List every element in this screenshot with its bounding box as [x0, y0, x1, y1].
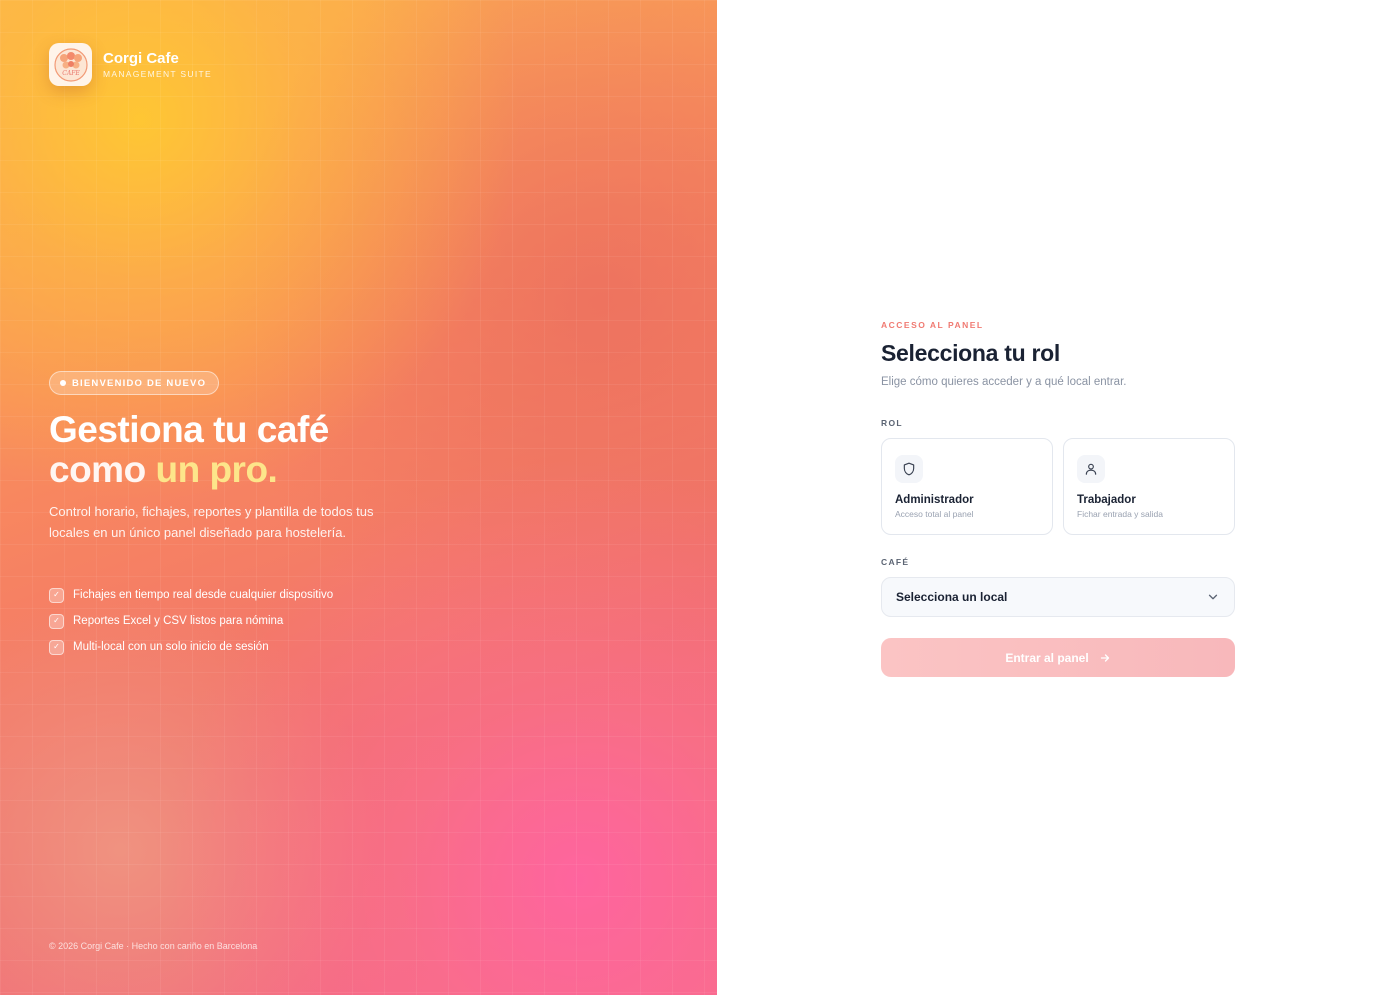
feature-list: ✓ Fichajes en tiempo real desde cualquie… [49, 587, 333, 665]
check-icon: ✓ [49, 613, 64, 629]
role-card-admin[interactable]: Administrador Acceso total al panel [881, 438, 1053, 535]
role-icon-wrap [1077, 455, 1105, 483]
headline-word-2: un [155, 449, 200, 490]
hero-headline: Gestiona tu café como un pro. [49, 410, 329, 490]
role-description: Fichar entrada y salida [1077, 509, 1163, 519]
logo-text: CAFE [62, 70, 80, 77]
feature-text: Fichajes en tiempo real desde cualquier … [73, 589, 334, 601]
feature-item: ✓ Reportes Excel y CSV listos para nómin… [49, 613, 333, 629]
enter-panel-button[interactable]: Entrar al panel [881, 638, 1235, 677]
cafe-select[interactable]: Selecciona un local [881, 577, 1235, 617]
panel-subtitle: Elige cómo quieres acceder y a qué local… [881, 376, 1127, 388]
role-name: Administrador [895, 494, 974, 506]
role-options: Administrador Acceso total al panel Trab… [881, 438, 1235, 535]
role-description: Acceso total al panel [895, 509, 974, 519]
role-icon-wrap [895, 455, 923, 483]
cafe-label: CAFÉ [881, 557, 910, 567]
welcome-badge: BIENVENIDO DE NUEVO [49, 371, 220, 395]
check-icon: ✓ [49, 639, 64, 655]
brand-tagline: MANAGEMENT SUITE [103, 69, 212, 79]
footer-note: © 2026 Corgi Cafe · Hecho con cariño en … [49, 941, 258, 951]
user-icon [1085, 463, 1097, 475]
corgi-logo-icon: CAFE [53, 47, 88, 82]
logo: CAFE [49, 43, 92, 86]
brand: CAFE Corgi Cafe MANAGEMENT SUITE [49, 43, 212, 86]
headline-word-3: pro. [209, 449, 278, 490]
role-name: Trabajador [1077, 494, 1136, 506]
brand-name: Corgi Cafe [103, 50, 179, 67]
hero-panel: CAFE Corgi Cafe MANAGEMENT SUITE BIENVEN… [0, 0, 717, 995]
arrow-right-icon [1100, 653, 1109, 662]
panel-title: Selecciona tu rol [881, 340, 1060, 366]
badge-text: BIENVENIDO DE NUEVO [72, 377, 207, 389]
role-label: ROL [881, 418, 903, 428]
chevron-down-icon [1208, 594, 1218, 600]
submit-label: Entrar al panel [1005, 650, 1089, 665]
headline-word-1: como [49, 449, 146, 490]
role-card-worker[interactable]: Trabajador Fichar entrada y salida [1063, 438, 1235, 535]
check-icon: ✓ [49, 587, 64, 603]
brand-text: Corgi Cafe MANAGEMENT SUITE [103, 50, 212, 79]
feature-item: ✓ Fichajes en tiempo real desde cualquie… [49, 587, 333, 603]
shield-icon [903, 462, 915, 476]
hero-grid-pattern [0, 0, 717, 995]
feature-item: ✓ Multi-local con un solo inicio de sesi… [49, 639, 333, 655]
panel-eyebrow: ACCESO AL PANEL [881, 320, 984, 330]
headline-line1: Gestiona tu café [49, 409, 329, 450]
badge-dot-icon [60, 380, 66, 386]
cafe-select-value: Selecciona un local [896, 590, 1008, 604]
feature-text: Reportes Excel y CSV listos para nómina [73, 615, 284, 627]
login-panel: ACCESO AL PANEL Selecciona tu rol Elige … [881, 320, 1235, 677]
feature-text: Multi-local con un solo inicio de sesión [73, 641, 269, 653]
hero-lead: Control horario, fichajes, reportes y pl… [49, 504, 374, 540]
